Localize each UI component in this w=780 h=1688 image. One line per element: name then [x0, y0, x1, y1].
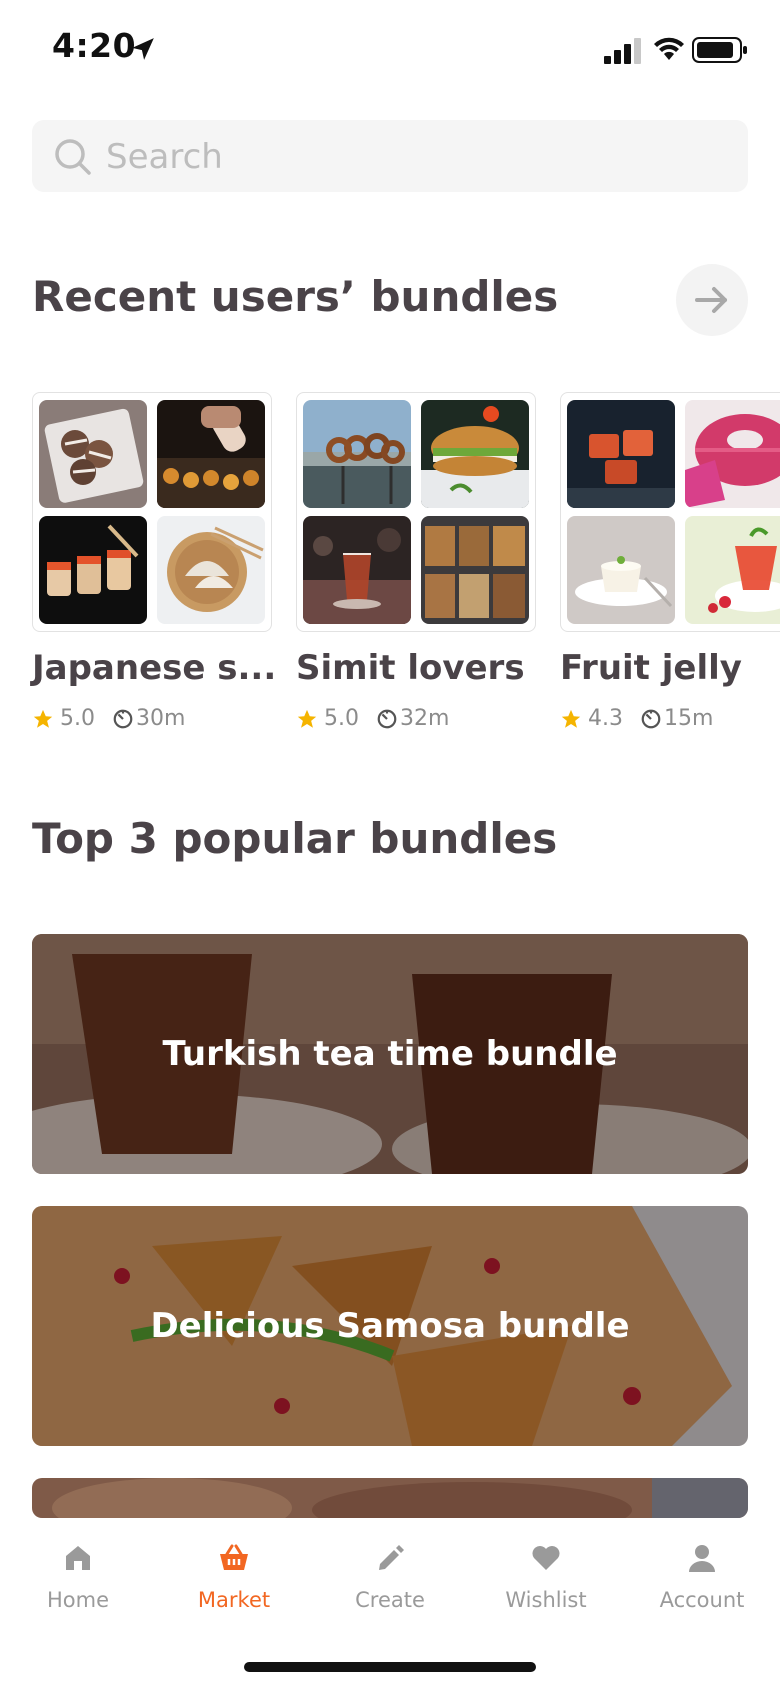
bundle-rating: 4.3 [588, 706, 623, 731]
search-bar[interactable] [32, 120, 748, 194]
home-indicator [244, 1662, 536, 1672]
bundle-duration: 30m [136, 706, 186, 731]
bundle-name: Fruit jelly [560, 648, 742, 688]
heart-icon [532, 1546, 560, 1570]
tab-wishlist-label: Wishlist [505, 1588, 587, 1612]
tab-create[interactable]: Create [312, 1518, 468, 1638]
search-input[interactable] [104, 120, 728, 194]
simit-tray-photo [421, 516, 529, 624]
bundle-name: Japanese s... [32, 648, 277, 688]
basket-icon [220, 1544, 248, 1570]
status-bar: 4:20 [0, 0, 780, 100]
simit-sandwich-photo [421, 400, 529, 508]
star-icon [33, 709, 53, 728]
timer-icon [113, 709, 133, 729]
panna-cotta-photo [567, 516, 675, 624]
arrow-right-icon [695, 287, 727, 313]
wifi-icon [654, 37, 684, 60]
tab-wishlist[interactable]: Wishlist [468, 1518, 624, 1638]
popular-bundle-label: Delicious Samosa bundle [150, 1306, 630, 1346]
bundle-image-grid [32, 392, 272, 632]
dumplings-photo [157, 516, 265, 624]
pencil-icon [379, 1545, 404, 1570]
bundle-name: Simit lovers [296, 648, 525, 688]
tab-market-label: Market [197, 1588, 271, 1612]
tab-home-label: Home [46, 1588, 109, 1612]
bundle-card-fruit-jelly[interactable]: Fruit jelly 4.3 15m [560, 392, 780, 752]
bundle-duration: 15m [664, 706, 714, 731]
bundle-card-simit[interactable]: Simit lovers 5.0 32m [296, 392, 536, 731]
bundle-rating: 5.0 [324, 706, 359, 731]
tab-market[interactable]: Market [156, 1518, 312, 1638]
jelly-cubes-photo [567, 400, 675, 508]
status-time: 4:20 [52, 26, 137, 65]
popular-bundle-label: Turkish tea time bundle [162, 1034, 618, 1074]
tab-create-label: Create [355, 1588, 425, 1612]
popular-bundles-title: Top 3 popular bundles [32, 814, 558, 863]
popular-bundle-card-tea[interactable]: Turkish tea time bundle [32, 934, 748, 1174]
cookies-photo [32, 1478, 748, 1518]
location-arrow-icon [132, 38, 154, 60]
popular-bundle-card-samosa[interactable]: Delicious Samosa bundle [32, 1206, 748, 1446]
tab-account-label: Account [659, 1588, 745, 1612]
user-icon [689, 1545, 715, 1572]
search-icon [55, 139, 91, 175]
strawberry-jelly-photo [685, 516, 780, 624]
bundle-duration: 32m [400, 706, 450, 731]
tab-account[interactable]: Account [624, 1518, 780, 1638]
sushi-rolls-photo [39, 516, 147, 624]
bundle-card-japanese[interactable]: Japanese s... 5.0 30m [32, 392, 276, 731]
turkish-tea-glass-photo [303, 516, 411, 624]
battery-icon [692, 37, 747, 63]
jelly-ring-photo [685, 400, 780, 508]
bundle-rating: 5.0 [60, 706, 95, 731]
bundle-image-grid [296, 392, 536, 632]
star-icon [561, 709, 581, 728]
takoyaki-grill-photo [157, 400, 265, 508]
star-icon [297, 709, 317, 728]
bundle-image-grid [560, 392, 780, 632]
home-icon [66, 1546, 90, 1570]
see-all-recent-button[interactable] [676, 264, 748, 336]
tab-home[interactable]: Home [0, 1518, 156, 1638]
recent-bundles-title: Recent users’ bundles [32, 272, 559, 321]
simit-cart-photo [303, 400, 411, 508]
popular-bundle-card-third[interactable] [32, 1478, 748, 1518]
takoyaki-photo [39, 400, 147, 508]
timer-icon [641, 709, 661, 729]
timer-icon [377, 709, 397, 729]
cellular-signal-icon [604, 38, 641, 64]
